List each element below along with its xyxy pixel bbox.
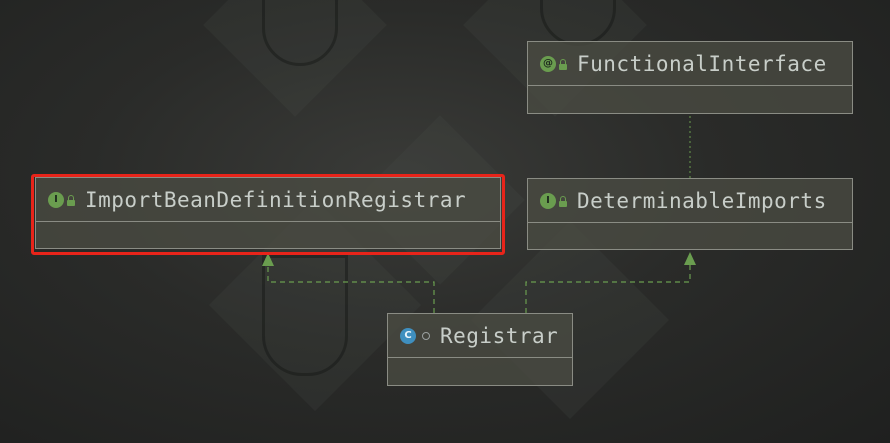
node-header: C Registrar [388, 314, 572, 358]
node-header: I DeterminableImports [528, 179, 852, 223]
node-header: @ FunctionalInterface [528, 42, 852, 86]
interface-icon: I [540, 192, 556, 209]
arrowhead-determinable [684, 252, 696, 265]
node-registrar[interactable]: C Registrar [387, 313, 573, 386]
lock-icon [559, 58, 567, 70]
selection-highlight [31, 174, 505, 255]
node-determinable-imports[interactable]: I DeterminableImports [527, 178, 853, 250]
lock-icon [559, 195, 567, 207]
annotation-icon: @ [540, 55, 556, 72]
node-label: DeterminableImports [577, 188, 827, 213]
class-icon: C [400, 327, 416, 344]
node-functional-interface[interactable]: @ FunctionalInterface [527, 41, 853, 114]
node-label: FunctionalInterface [577, 51, 827, 76]
package-private-icon [422, 331, 430, 340]
edge-registrar-to-determinable [525, 262, 691, 313]
edge-registrar-to-importbean [267, 262, 435, 313]
uml-diagram: @ FunctionalInterface I ImportBeanDefini… [0, 0, 890, 443]
node-label: Registrar [440, 323, 559, 348]
